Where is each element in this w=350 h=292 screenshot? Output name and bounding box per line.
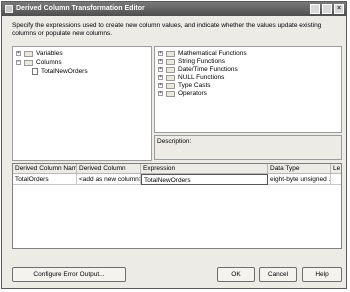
expand-icon[interactable]: +: [158, 51, 163, 56]
folder-icon: [24, 51, 33, 57]
configure-error-output-button[interactable]: Configure Error Output...: [12, 267, 126, 282]
folder-icon: [166, 59, 175, 65]
tree-node-label: Type Casts: [178, 82, 211, 89]
ok-button[interactable]: OK: [217, 267, 255, 282]
cell-derived-column[interactable]: <add as new column>: [77, 174, 141, 185]
intro-text: Specify the expressions used to create n…: [12, 22, 322, 37]
expand-icon[interactable]: +: [158, 67, 163, 72]
expand-icon[interactable]: +: [158, 83, 163, 88]
derived-columns-grid[interactable]: Derived Column Name Derived Column Expre…: [12, 163, 342, 249]
column-icon: [32, 68, 38, 75]
variables-columns-tree[interactable]: + Variables − Columns TotalNewOrders: [12, 46, 152, 161]
app-icon: [5, 5, 13, 13]
cell-data-type[interactable]: eight-byte unsigned ...: [268, 174, 331, 185]
folder-icon: [166, 75, 175, 81]
column-header-derived-column-name[interactable]: Derived Column Name: [13, 164, 77, 174]
tree-node-label: TotalNewOrders: [41, 68, 88, 75]
folder-icon: [24, 60, 33, 66]
description-panel: Description:: [154, 135, 342, 160]
functions-tree[interactable]: + Mathematical Functions + String Functi…: [154, 46, 342, 133]
folder-icon: [166, 51, 175, 57]
tree-node-label: Variables: [36, 50, 63, 57]
close-button[interactable]: ×: [334, 4, 344, 14]
cancel-button[interactable]: Cancel: [259, 267, 297, 282]
column-header-data-type[interactable]: Data Type: [268, 164, 331, 174]
tree-node-label: Operators: [178, 90, 207, 97]
expression-input[interactable]: TotalNewOrders: [141, 174, 268, 185]
description-label: Description:: [157, 138, 192, 145]
window-title: Derived Column Transformation Editor: [16, 5, 145, 12]
expand-icon[interactable]: +: [16, 51, 21, 56]
tree-node-label: String Functions: [178, 58, 225, 65]
maximize-button[interactable]: [322, 4, 332, 14]
expand-icon[interactable]: +: [158, 75, 163, 80]
tree-node-label: Columns: [36, 59, 62, 66]
cell-derived-column-name[interactable]: TotalOrders: [13, 174, 77, 185]
minimize-button[interactable]: [310, 4, 320, 14]
title-bar: Derived Column Transformation Editor ×: [2, 2, 346, 16]
tree-node-label: Date/Time Functions: [178, 66, 238, 73]
expand-icon[interactable]: +: [158, 91, 163, 96]
column-header-length[interactable]: Le: [331, 164, 341, 174]
dialog-window: Derived Column Transformation Editor × S…: [1, 1, 347, 289]
close-icon: ×: [336, 5, 342, 12]
expand-icon[interactable]: +: [158, 59, 163, 64]
help-button[interactable]: Help: [302, 267, 342, 282]
cell-length[interactable]: [331, 174, 341, 185]
tree-node-label: NULL Functions: [178, 74, 225, 81]
collapse-icon[interactable]: −: [16, 60, 21, 65]
tree-node-label: Mathematical Functions: [178, 50, 247, 57]
folder-icon: [166, 91, 175, 97]
folder-icon: [166, 67, 175, 73]
column-header-derived-column[interactable]: Derived Column: [77, 164, 141, 174]
folder-icon: [166, 83, 175, 89]
column-header-expression[interactable]: Expression: [141, 164, 268, 174]
